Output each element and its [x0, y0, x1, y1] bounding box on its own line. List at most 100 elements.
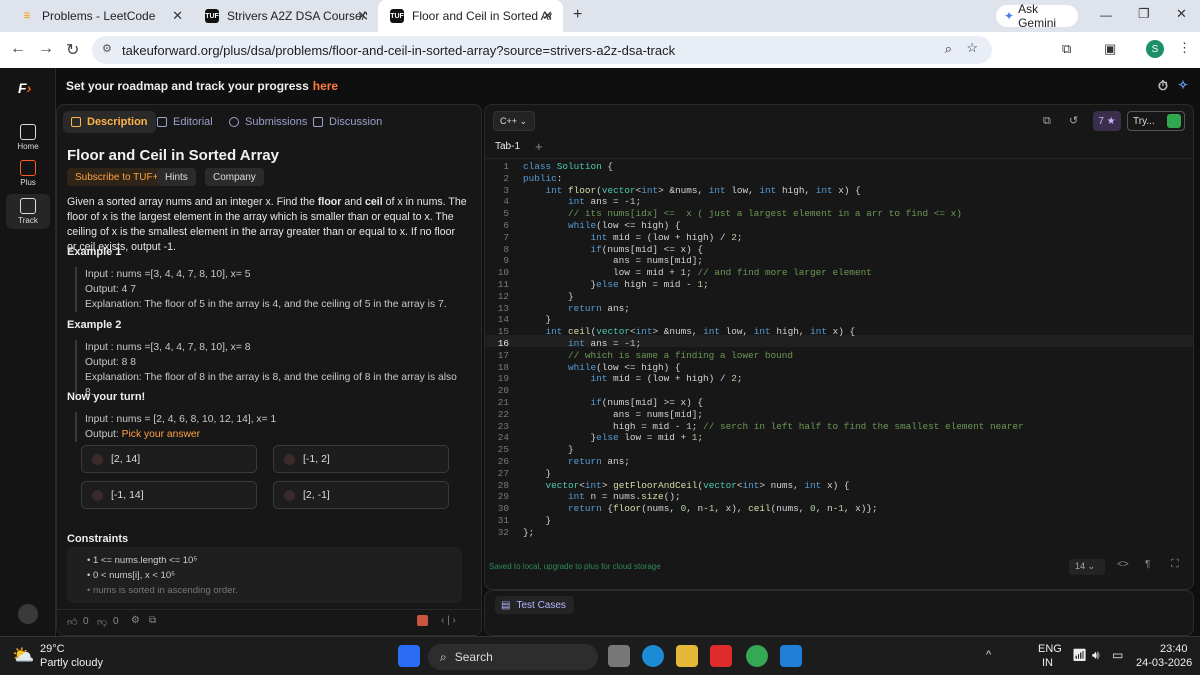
- test-cases-tab[interactable]: ▤ Test Cases: [495, 596, 574, 614]
- chrome-icon[interactable]: [746, 645, 768, 667]
- radio-icon: [284, 453, 295, 465]
- tab-description[interactable]: Description: [63, 111, 156, 133]
- answer-option[interactable]: [-1, 2]: [273, 445, 449, 473]
- format-icon[interactable]: ¶: [1145, 559, 1150, 570]
- sidepanel-icon[interactable]: ▣: [1104, 41, 1116, 57]
- tab-discussion[interactable]: Discussion: [305, 111, 390, 133]
- line-number: 28: [497, 479, 509, 491]
- tray-chevron-icon[interactable]: ^: [986, 649, 991, 661]
- constraint-item: • 1 <= nums.length <= 10⁵: [87, 555, 198, 566]
- code-line: // which is same a finding a lower bound: [568, 349, 794, 361]
- line-number: 2: [503, 172, 509, 184]
- answer-option[interactable]: [2, 14]: [81, 445, 257, 473]
- line-number: 6: [503, 220, 509, 231]
- edge-icon[interactable]: [642, 645, 664, 667]
- close-icon[interactable]: ✕: [172, 8, 183, 24]
- like-icon[interactable]: 👍︎: [67, 616, 77, 628]
- nav-home[interactable]: Home: [0, 124, 56, 151]
- wifi-icon[interactable]: 📶︎: [1072, 648, 1087, 662]
- code-line: int mid = (low + high) / 2;: [590, 373, 743, 385]
- saved-status: Saved to local, upgrade to plus for clou…: [489, 562, 661, 571]
- extensions-icon[interactable]: ⧉: [1062, 41, 1071, 57]
- code-line: }: [523, 444, 574, 456]
- promo-banner: Set your roadmap and track your progress…: [56, 68, 1200, 104]
- tab-submissions[interactable]: Submissions: [221, 111, 315, 133]
- clock-time[interactable]: 23:40: [1160, 643, 1188, 655]
- promo-link[interactable]: here: [313, 79, 338, 93]
- close-icon[interactable]: ✕: [357, 8, 368, 24]
- file-explorer-icon[interactable]: [676, 645, 698, 667]
- example-line: Explanation: The floor of 5 in the array…: [85, 299, 447, 310]
- fullscreen-icon[interactable]: ⛶: [1171, 558, 1179, 571]
- user-avatar[interactable]: [18, 604, 38, 624]
- nav-plus[interactable]: Plus: [0, 160, 56, 187]
- clock-date: 24-03-2026: [1136, 657, 1193, 669]
- company-chip[interactable]: Company: [205, 168, 264, 186]
- example2-title: Example 2: [67, 319, 122, 331]
- browser-tab-leetcode[interactable]: ☰ Problems - LeetCode ✕: [8, 0, 193, 32]
- code-icon[interactable]: <>: [1117, 559, 1129, 570]
- zoom-icon[interactable]: ⌕: [945, 41, 952, 57]
- share-icon[interactable]: ⧉: [149, 615, 156, 626]
- code-line: int ceil(vector<int> &nums, int low, int…: [545, 326, 856, 338]
- window-close-button[interactable]: ✕: [1176, 6, 1187, 22]
- ask-gemini-button[interactable]: ✦ Ask Gemini: [996, 2, 1078, 30]
- minimize-button[interactable]: —: [1100, 8, 1112, 22]
- timer-icon[interactable]: ⏱: [1158, 78, 1168, 94]
- code-area[interactable]: 1 class Solution {2 public: 3 int floor(vec…: [485, 159, 1193, 539]
- prev-next-icon[interactable]: ‹ | ›: [441, 615, 456, 626]
- tab-editorial[interactable]: Editorial: [149, 111, 221, 133]
- code-line: ans = nums[mid];: [523, 255, 704, 267]
- font-size-select[interactable]: 14 ⌄: [1069, 559, 1105, 575]
- test-cases-label: Test Cases: [516, 599, 566, 611]
- answer-option[interactable]: [2, -1]: [273, 481, 449, 509]
- forward-icon[interactable]: →: [38, 40, 54, 58]
- reload-icon[interactable]: ↻: [66, 40, 79, 60]
- site-info-icon[interactable]: ⚙: [102, 42, 112, 55]
- vscode-icon[interactable]: [780, 645, 802, 667]
- reset-icon[interactable]: ↺: [1069, 114, 1078, 127]
- profile-avatar[interactable]: S: [1146, 40, 1164, 58]
- line-number: 10: [497, 267, 509, 279]
- answer-option[interactable]: [-1, 14]: [81, 481, 257, 509]
- settings-icon[interactable]: ⚙: [131, 615, 140, 626]
- start-icon[interactable]: [398, 645, 420, 667]
- ai-icon[interactable]: ✧: [1178, 78, 1188, 92]
- close-icon[interactable]: ✕: [542, 8, 553, 24]
- nav-track[interactable]: Track: [6, 194, 50, 229]
- tab-title: Problems - LeetCode: [42, 9, 156, 23]
- menu-icon[interactable]: ⋮: [1178, 40, 1191, 56]
- check-icon[interactable]: [417, 615, 428, 626]
- language-select[interactable]: C++ ⌄: [493, 111, 535, 131]
- tab-title: Strivers A2Z DSA Course/Sheet: [227, 9, 367, 23]
- restore-button[interactable]: ❐: [1138, 6, 1150, 22]
- editor-tab[interactable]: Tab-1: [495, 141, 520, 152]
- task-view-icon[interactable]: [608, 645, 630, 667]
- battery-icon[interactable]: ▭: [1112, 648, 1123, 662]
- line-number: 12: [497, 290, 509, 302]
- copy-icon[interactable]: ⧉: [1043, 115, 1051, 128]
- back-icon[interactable]: ←: [10, 40, 26, 58]
- dislike-icon[interactable]: 👎︎: [97, 616, 107, 628]
- line-number: 23: [497, 420, 509, 432]
- add-tab-button[interactable]: +: [535, 139, 543, 154]
- url-field[interactable]: ⚙ takeuforward.org/plus/dsa/problems/flo…: [92, 36, 992, 64]
- weather-icon[interactable]: ⛅: [12, 645, 34, 666]
- bookmark-star-icon[interactable]: ☆: [966, 40, 978, 56]
- code-line: int floor(vector<int> &nums, int low, in…: [545, 184, 861, 196]
- try-button[interactable]: Try...: [1127, 111, 1185, 131]
- browser-tab-strivers[interactable]: TUF Strivers A2Z DSA Course/Sheet ✕: [193, 0, 378, 32]
- youtube-icon[interactable]: [710, 645, 732, 667]
- subscribe-chip[interactable]: Subscribe to TUF+: [67, 168, 167, 186]
- volume-icon[interactable]: 🔊︎: [1092, 648, 1100, 663]
- chevron-down-icon: ⌄: [519, 115, 528, 126]
- hints-chip[interactable]: Hints: [157, 168, 196, 186]
- taskbar-search[interactable]: ⌕ Search: [428, 644, 598, 670]
- testcase-icon: ▤: [501, 599, 511, 611]
- new-tab-button[interactable]: +: [573, 6, 582, 24]
- streak-badge[interactable]: 7 ★: [1093, 111, 1121, 131]
- browser-tab-floor-ceil[interactable]: TUF Floor and Ceil in Sorted Array - ✕: [378, 0, 563, 32]
- lang-primary[interactable]: ENG: [1038, 643, 1062, 655]
- tuf-logo[interactable]: F›: [18, 80, 31, 96]
- line-number: 26: [497, 456, 509, 467]
